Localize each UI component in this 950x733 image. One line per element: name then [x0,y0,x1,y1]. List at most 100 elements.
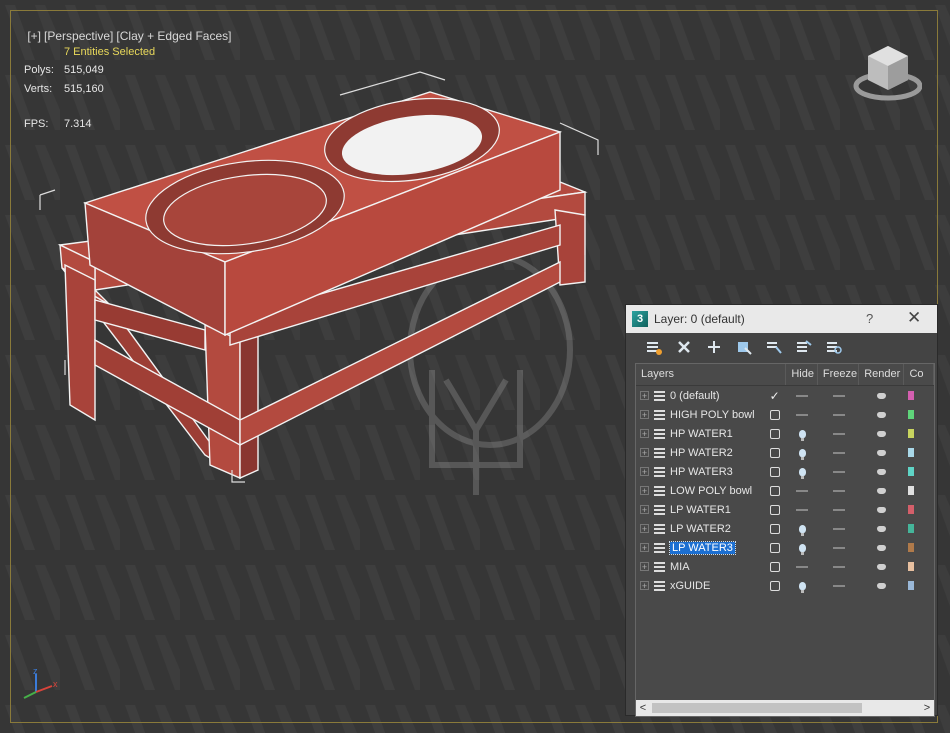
layer-freeze-cell[interactable] [818,557,859,576]
layer-render-cell[interactable] [859,500,904,519]
select-objects-icon[interactable] [732,337,755,359]
layer-color-swatch[interactable] [908,505,915,514]
layer-row[interactable]: + MIA [636,557,934,576]
select-layer-icon[interactable] [762,337,785,359]
hide-bulb-icon[interactable] [798,429,806,441]
layer-render-cell[interactable] [859,443,904,462]
column-layers[interactable]: Layers [636,364,787,385]
layer-color-cell[interactable] [904,500,934,519]
layer-freeze-cell[interactable] [818,519,859,538]
render-teapot-icon[interactable] [877,411,887,418]
layer-name[interactable]: LP WATER1 [670,504,731,516]
layer-color-swatch[interactable] [908,467,915,476]
dialog-title-bar[interactable]: 3 Layer: 0 (default) ? ✕ [626,305,937,333]
layer-current-cell[interactable] [763,557,787,576]
freeze-dash-icon[interactable] [832,565,845,568]
layer-freeze-cell[interactable] [818,500,859,519]
set-current-layer-icon[interactable] [769,466,780,477]
freeze-dash-icon[interactable] [832,470,845,473]
layer-name-cell[interactable]: + LOW POLY bowl [636,481,763,500]
layer-color-cell[interactable] [904,424,934,443]
expand-icon[interactable]: + [640,505,649,515]
layer-render-cell[interactable] [859,538,904,557]
layer-current-cell[interactable] [763,405,787,424]
layer-freeze-cell[interactable] [818,576,859,595]
viewport-menu-shading[interactable]: [Clay + Edged Faces] [116,29,231,43]
expand-icon[interactable]: + [640,391,649,401]
layer-hide-cell[interactable] [786,481,817,500]
layer-name[interactable]: LP WATER3 [669,540,736,555]
add-layer-icon[interactable] [702,337,725,359]
layer-color-swatch[interactable] [908,562,915,571]
layer-explorer-dialog[interactable]: 3 Layer: 0 (default) ? ✕ Layers Hide Fre… [625,304,938,717]
expand-icon[interactable]: + [640,467,649,477]
layer-hide-cell[interactable] [786,538,817,557]
set-current-layer-icon[interactable] [769,561,780,572]
layer-color-cell[interactable] [904,462,934,481]
layer-row[interactable]: + HP WATER3 [636,462,934,481]
help-button[interactable]: ? [866,311,873,326]
layer-row[interactable]: + HIGH POLY bowl [636,405,934,424]
freeze-dash-icon[interactable] [832,451,845,454]
hide-bulb-icon[interactable] [798,543,806,555]
layer-name[interactable]: LOW POLY bowl [670,485,752,497]
close-button[interactable]: ✕ [907,308,921,328]
layer-name[interactable]: LP WATER2 [670,523,731,535]
freeze-dash-icon[interactable] [832,432,845,435]
viewport-menu-plus[interactable]: [+] [27,29,41,43]
column-render[interactable]: Render [859,364,905,385]
expand-icon[interactable]: + [640,581,649,591]
layer-freeze-cell[interactable] [818,538,859,557]
layer-name[interactable]: 0 (default) [670,390,720,402]
layer-render-cell[interactable] [859,424,904,443]
layer-freeze-cell[interactable] [818,386,859,405]
layer-hide-cell[interactable] [786,405,817,424]
layer-color-cell[interactable] [904,481,934,500]
sync-layer-icon[interactable] [822,337,845,359]
set-current-layer-icon[interactable] [769,504,780,515]
layer-color-cell[interactable] [904,405,934,424]
layer-hide-cell[interactable] [786,557,817,576]
layer-row[interactable]: + LP WATER2 [636,519,934,538]
layer-row[interactable]: + HP WATER2 [636,443,934,462]
render-teapot-icon[interactable] [877,430,887,437]
layer-name[interactable]: HIGH POLY bowl [670,409,755,421]
scroll-right-arrow[interactable]: > [920,702,934,714]
set-current-layer-icon[interactable] [769,447,780,458]
layer-render-cell[interactable] [859,462,904,481]
hide-bulb-icon[interactable] [798,448,806,460]
layer-name[interactable]: xGUIDE [670,580,710,592]
set-current-layer-icon[interactable] [769,580,780,591]
hide-dash-icon[interactable] [796,565,809,568]
expand-icon[interactable]: + [640,562,649,572]
hide-bulb-icon[interactable] [798,524,806,536]
layer-name-cell[interactable]: + HP WATER3 [636,462,763,481]
layer-hide-cell[interactable] [786,500,817,519]
expand-icon[interactable]: + [640,486,649,496]
freeze-dash-icon[interactable] [832,527,845,530]
layer-freeze-cell[interactable] [818,405,859,424]
set-current-layer-icon[interactable] [769,428,780,439]
expand-icon[interactable]: + [640,448,649,458]
layer-color-swatch[interactable] [908,581,915,590]
hide-dash-icon[interactable] [796,394,809,397]
layer-render-cell[interactable] [859,576,904,595]
freeze-dash-icon[interactable] [832,413,845,416]
layer-row[interactable]: + LP WATER3 [636,538,934,557]
layer-name-cell[interactable]: + xGUIDE [636,576,763,595]
layer-row[interactable]: +0 (default) ✓ [636,386,934,405]
layer-name[interactable]: HP WATER2 [670,447,733,459]
layer-name-cell[interactable]: + LP WATER2 [636,519,763,538]
layer-hide-cell[interactable] [786,519,817,538]
layer-row[interactable]: + xGUIDE [636,576,934,595]
freeze-dash-icon[interactable] [832,584,845,587]
layer-color-cell[interactable] [904,576,934,595]
layer-name-cell[interactable]: + HIGH POLY bowl [636,405,763,424]
hide-dash-icon[interactable] [796,413,809,416]
layer-color-swatch[interactable] [908,448,915,457]
set-current-layer-icon[interactable] [769,485,780,496]
layer-name-cell[interactable]: +0 (default) [636,386,763,405]
viewcube-icon[interactable] [852,42,922,104]
delete-layer-icon[interactable] [672,337,695,359]
render-teapot-icon[interactable] [877,544,887,551]
